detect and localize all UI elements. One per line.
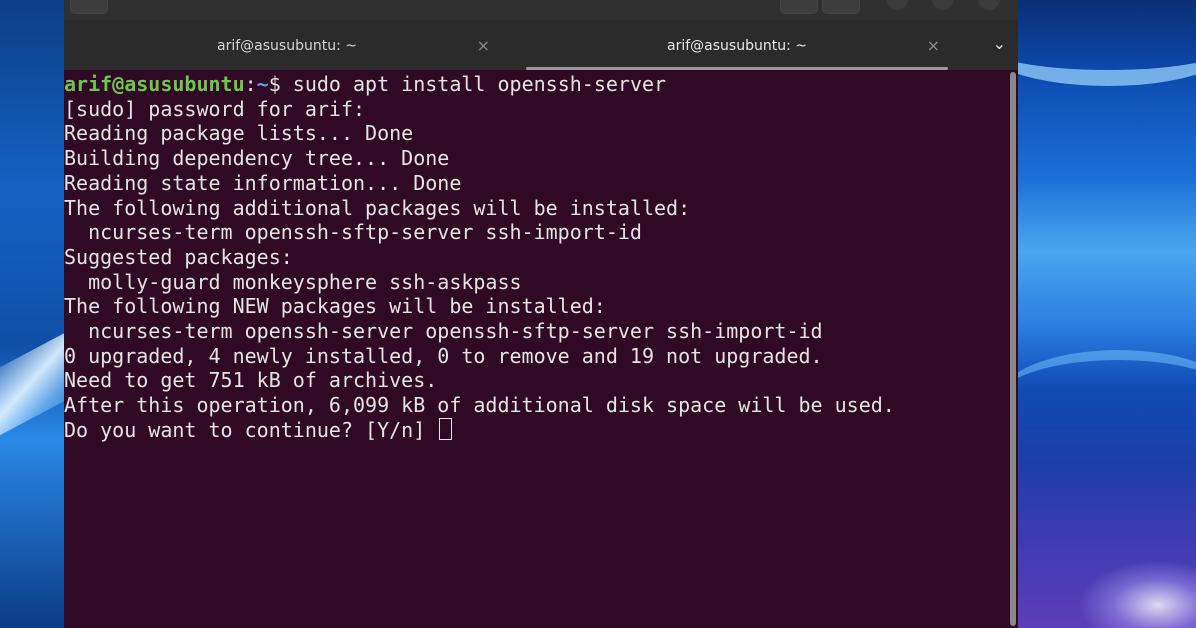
- output-line: Reading package lists... Done: [64, 121, 414, 146]
- prompt-line: arif@asusubuntu:~$ sudo apt install open…: [64, 72, 666, 96]
- tab-title: arif@asusubuntu: ~: [217, 38, 357, 54]
- output-line: ncurses-term openssh-server openssh-sftp…: [64, 319, 823, 344]
- output-line: Building dependency tree... Done: [64, 146, 450, 171]
- prompt-user: arif@asusubuntu: [64, 72, 245, 96]
- prompt-symbol: $: [268, 72, 281, 96]
- tab-title: arif@asusubuntu: ~: [667, 38, 807, 54]
- close-tab-icon[interactable]: ×: [927, 36, 940, 55]
- desktop-wallpaper-left: [0, 0, 64, 628]
- output-line: The following NEW packages will be insta…: [64, 294, 606, 319]
- command-text: sudo apt install openssh-server: [280, 72, 667, 96]
- search-button[interactable]: [780, 0, 818, 14]
- close-window-button[interactable]: [978, 0, 1000, 10]
- wallpaper-wave: [1018, 350, 1196, 450]
- continue-prompt: Do you want to continue? [Y/n]: [64, 417, 453, 442]
- terminal-text: arif@asusubuntu:~$ sudo apt install open…: [64, 72, 895, 443]
- prompt-path: ~: [256, 72, 269, 96]
- tab-bar: arif@asusubuntu: ~ × arif@asusubuntu: ~ …: [64, 20, 1018, 70]
- wallpaper-light-streak: [0, 320, 64, 440]
- output-line: 0 upgraded, 4 newly installed, 0 to remo…: [64, 343, 823, 368]
- terminal-window: arif@asusubuntu: ~ × arif@asusubuntu: ~ …: [64, 0, 1018, 628]
- text-cursor: [439, 417, 453, 440]
- minimize-button[interactable]: [886, 0, 908, 10]
- scrollbar[interactable]: [1010, 72, 1016, 626]
- maximize-button[interactable]: [932, 0, 954, 10]
- tab-2[interactable]: arif@asusubuntu: ~ ×: [514, 30, 960, 70]
- output-line: [sudo] password for arif:: [64, 96, 366, 121]
- continue-question: Do you want to continue? [Y/n]: [64, 417, 438, 442]
- output-line: Suggested packages:: [64, 244, 293, 269]
- output-line: ncurses-term openssh-sftp-server ssh-imp…: [64, 220, 642, 245]
- desktop-wallpaper-right: [1018, 0, 1196, 628]
- output-line: Need to get 751 kB of archives.: [64, 368, 438, 393]
- wallpaper-wave: [1018, 0, 1196, 86]
- new-tab-button[interactable]: [70, 0, 108, 14]
- output-line: After this operation, 6,099 kB of additi…: [64, 393, 895, 418]
- wallpaper-glow: [1078, 560, 1196, 628]
- tab-1[interactable]: arif@asusubuntu: ~ ×: [64, 30, 510, 70]
- prompt-separator: :: [244, 72, 257, 96]
- output-line: The following additional packages will b…: [64, 195, 691, 220]
- menu-button[interactable]: [822, 0, 860, 14]
- terminal-output-area[interactable]: arif@asusubuntu:~$ sudo apt install open…: [64, 70, 1018, 628]
- output-line: molly-guard monkeysphere ssh-askpass: [64, 269, 522, 294]
- close-tab-icon[interactable]: ×: [477, 36, 490, 55]
- window-headerbar: [64, 0, 1018, 20]
- chevron-down-icon[interactable]: ⌄: [993, 34, 1006, 53]
- output-line: Reading state information... Done: [64, 170, 462, 195]
